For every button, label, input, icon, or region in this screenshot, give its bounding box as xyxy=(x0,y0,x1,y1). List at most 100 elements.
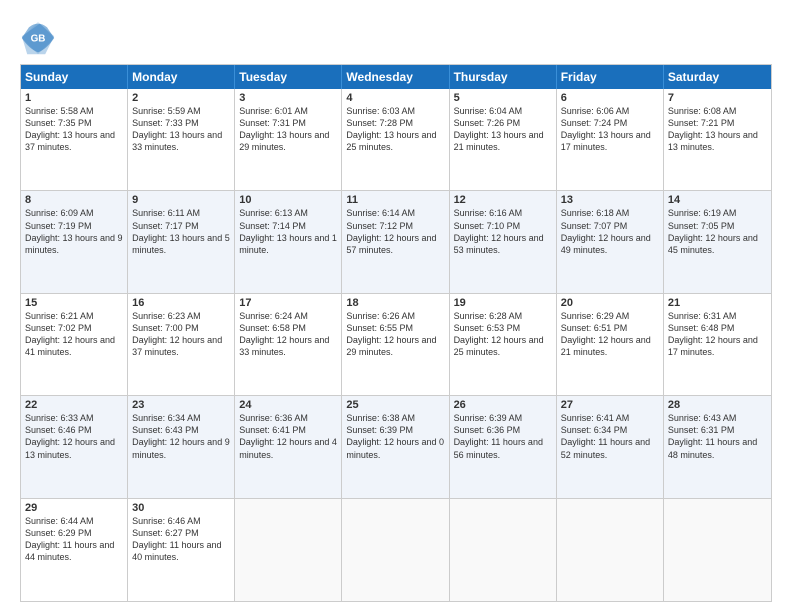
calendar-cell: 20Sunrise: 6:29 AMSunset: 6:51 PMDayligh… xyxy=(557,294,664,395)
calendar-cell: 26Sunrise: 6:39 AMSunset: 6:36 PMDayligh… xyxy=(450,396,557,497)
calendar-cell xyxy=(450,499,557,601)
day-number: 18 xyxy=(346,297,444,309)
header: GB xyxy=(20,20,772,56)
day-number: 16 xyxy=(132,297,230,309)
calendar-row: 22Sunrise: 6:33 AMSunset: 6:46 PMDayligh… xyxy=(21,396,771,498)
cell-info: Sunrise: 6:19 AMSunset: 7:05 PMDaylight:… xyxy=(668,207,767,256)
cell-info: Sunrise: 6:31 AMSunset: 6:48 PMDaylight:… xyxy=(668,310,767,359)
day-number: 24 xyxy=(239,399,337,411)
calendar-cell: 1Sunrise: 5:58 AMSunset: 7:35 PMDaylight… xyxy=(21,89,128,190)
weekday-header: Saturday xyxy=(664,65,771,89)
cell-info: Sunrise: 6:04 AMSunset: 7:26 PMDaylight:… xyxy=(454,105,552,154)
calendar-cell: 14Sunrise: 6:19 AMSunset: 7:05 PMDayligh… xyxy=(664,191,771,292)
cell-info: Sunrise: 6:34 AMSunset: 6:43 PMDaylight:… xyxy=(132,412,230,461)
day-number: 19 xyxy=(454,297,552,309)
day-number: 8 xyxy=(25,194,123,206)
day-number: 14 xyxy=(668,194,767,206)
calendar-cell: 29Sunrise: 6:44 AMSunset: 6:29 PMDayligh… xyxy=(21,499,128,601)
page: GB SundayMondayTuesdayWednesdayThursdayF… xyxy=(0,0,792,612)
day-number: 28 xyxy=(668,399,767,411)
calendar-cell: 25Sunrise: 6:38 AMSunset: 6:39 PMDayligh… xyxy=(342,396,449,497)
cell-info: Sunrise: 6:11 AMSunset: 7:17 PMDaylight:… xyxy=(132,207,230,256)
cell-info: Sunrise: 6:08 AMSunset: 7:21 PMDaylight:… xyxy=(668,105,767,154)
calendar-cell xyxy=(235,499,342,601)
calendar-row: 29Sunrise: 6:44 AMSunset: 6:29 PMDayligh… xyxy=(21,499,771,601)
cell-info: Sunrise: 6:03 AMSunset: 7:28 PMDaylight:… xyxy=(346,105,444,154)
weekday-header: Monday xyxy=(128,65,235,89)
cell-info: Sunrise: 6:01 AMSunset: 7:31 PMDaylight:… xyxy=(239,105,337,154)
cell-info: Sunrise: 6:09 AMSunset: 7:19 PMDaylight:… xyxy=(25,207,123,256)
day-number: 27 xyxy=(561,399,659,411)
calendar-cell: 9Sunrise: 6:11 AMSunset: 7:17 PMDaylight… xyxy=(128,191,235,292)
calendar-cell xyxy=(664,499,771,601)
calendar-cell: 2Sunrise: 5:59 AMSunset: 7:33 PMDaylight… xyxy=(128,89,235,190)
day-number: 3 xyxy=(239,92,337,104)
weekday-header: Thursday xyxy=(450,65,557,89)
day-number: 22 xyxy=(25,399,123,411)
cell-info: Sunrise: 6:14 AMSunset: 7:12 PMDaylight:… xyxy=(346,207,444,256)
cell-info: Sunrise: 6:13 AMSunset: 7:14 PMDaylight:… xyxy=(239,207,337,256)
cell-info: Sunrise: 6:29 AMSunset: 6:51 PMDaylight:… xyxy=(561,310,659,359)
day-number: 26 xyxy=(454,399,552,411)
calendar-cell: 24Sunrise: 6:36 AMSunset: 6:41 PMDayligh… xyxy=(235,396,342,497)
cell-info: Sunrise: 6:36 AMSunset: 6:41 PMDaylight:… xyxy=(239,412,337,461)
day-number: 1 xyxy=(25,92,123,104)
calendar-cell: 3Sunrise: 6:01 AMSunset: 7:31 PMDaylight… xyxy=(235,89,342,190)
weekday-header: Tuesday xyxy=(235,65,342,89)
cell-info: Sunrise: 6:33 AMSunset: 6:46 PMDaylight:… xyxy=(25,412,123,461)
day-number: 15 xyxy=(25,297,123,309)
cell-info: Sunrise: 6:16 AMSunset: 7:10 PMDaylight:… xyxy=(454,207,552,256)
calendar-cell: 13Sunrise: 6:18 AMSunset: 7:07 PMDayligh… xyxy=(557,191,664,292)
weekday-header: Friday xyxy=(557,65,664,89)
calendar-cell: 7Sunrise: 6:08 AMSunset: 7:21 PMDaylight… xyxy=(664,89,771,190)
day-number: 5 xyxy=(454,92,552,104)
day-number: 25 xyxy=(346,399,444,411)
day-number: 29 xyxy=(25,502,123,514)
day-number: 12 xyxy=(454,194,552,206)
day-number: 4 xyxy=(346,92,444,104)
calendar-cell: 23Sunrise: 6:34 AMSunset: 6:43 PMDayligh… xyxy=(128,396,235,497)
cell-info: Sunrise: 6:41 AMSunset: 6:34 PMDaylight:… xyxy=(561,412,659,461)
calendar-cell: 21Sunrise: 6:31 AMSunset: 6:48 PMDayligh… xyxy=(664,294,771,395)
cell-info: Sunrise: 6:43 AMSunset: 6:31 PMDaylight:… xyxy=(668,412,767,461)
calendar-body: 1Sunrise: 5:58 AMSunset: 7:35 PMDaylight… xyxy=(21,89,771,601)
cell-info: Sunrise: 6:39 AMSunset: 6:36 PMDaylight:… xyxy=(454,412,552,461)
cell-info: Sunrise: 6:26 AMSunset: 6:55 PMDaylight:… xyxy=(346,310,444,359)
calendar: SundayMondayTuesdayWednesdayThursdayFrid… xyxy=(20,64,772,602)
calendar-header: SundayMondayTuesdayWednesdayThursdayFrid… xyxy=(21,65,771,89)
day-number: 13 xyxy=(561,194,659,206)
calendar-cell: 6Sunrise: 6:06 AMSunset: 7:24 PMDaylight… xyxy=(557,89,664,190)
cell-info: Sunrise: 6:06 AMSunset: 7:24 PMDaylight:… xyxy=(561,105,659,154)
day-number: 30 xyxy=(132,502,230,514)
calendar-row: 8Sunrise: 6:09 AMSunset: 7:19 PMDaylight… xyxy=(21,191,771,293)
day-number: 6 xyxy=(561,92,659,104)
day-number: 10 xyxy=(239,194,337,206)
cell-info: Sunrise: 5:59 AMSunset: 7:33 PMDaylight:… xyxy=(132,105,230,154)
calendar-row: 15Sunrise: 6:21 AMSunset: 7:02 PMDayligh… xyxy=(21,294,771,396)
day-number: 20 xyxy=(561,297,659,309)
day-number: 17 xyxy=(239,297,337,309)
day-number: 2 xyxy=(132,92,230,104)
calendar-cell: 28Sunrise: 6:43 AMSunset: 6:31 PMDayligh… xyxy=(664,396,771,497)
weekday-header: Sunday xyxy=(21,65,128,89)
cell-info: Sunrise: 6:18 AMSunset: 7:07 PMDaylight:… xyxy=(561,207,659,256)
calendar-cell: 22Sunrise: 6:33 AMSunset: 6:46 PMDayligh… xyxy=(21,396,128,497)
calendar-cell: 30Sunrise: 6:46 AMSunset: 6:27 PMDayligh… xyxy=(128,499,235,601)
cell-info: Sunrise: 6:28 AMSunset: 6:53 PMDaylight:… xyxy=(454,310,552,359)
calendar-cell: 19Sunrise: 6:28 AMSunset: 6:53 PMDayligh… xyxy=(450,294,557,395)
day-number: 7 xyxy=(668,92,767,104)
cell-info: Sunrise: 6:44 AMSunset: 6:29 PMDaylight:… xyxy=(25,515,123,564)
cell-info: Sunrise: 5:58 AMSunset: 7:35 PMDaylight:… xyxy=(25,105,123,154)
calendar-cell xyxy=(342,499,449,601)
cell-info: Sunrise: 6:46 AMSunset: 6:27 PMDaylight:… xyxy=(132,515,230,564)
calendar-cell: 10Sunrise: 6:13 AMSunset: 7:14 PMDayligh… xyxy=(235,191,342,292)
cell-info: Sunrise: 6:23 AMSunset: 7:00 PMDaylight:… xyxy=(132,310,230,359)
calendar-cell: 18Sunrise: 6:26 AMSunset: 6:55 PMDayligh… xyxy=(342,294,449,395)
cell-info: Sunrise: 6:21 AMSunset: 7:02 PMDaylight:… xyxy=(25,310,123,359)
cell-info: Sunrise: 6:38 AMSunset: 6:39 PMDaylight:… xyxy=(346,412,444,461)
day-number: 9 xyxy=(132,194,230,206)
calendar-cell: 5Sunrise: 6:04 AMSunset: 7:26 PMDaylight… xyxy=(450,89,557,190)
weekday-header: Wednesday xyxy=(342,65,449,89)
calendar-cell: 27Sunrise: 6:41 AMSunset: 6:34 PMDayligh… xyxy=(557,396,664,497)
logo-icon: GB xyxy=(20,20,56,56)
